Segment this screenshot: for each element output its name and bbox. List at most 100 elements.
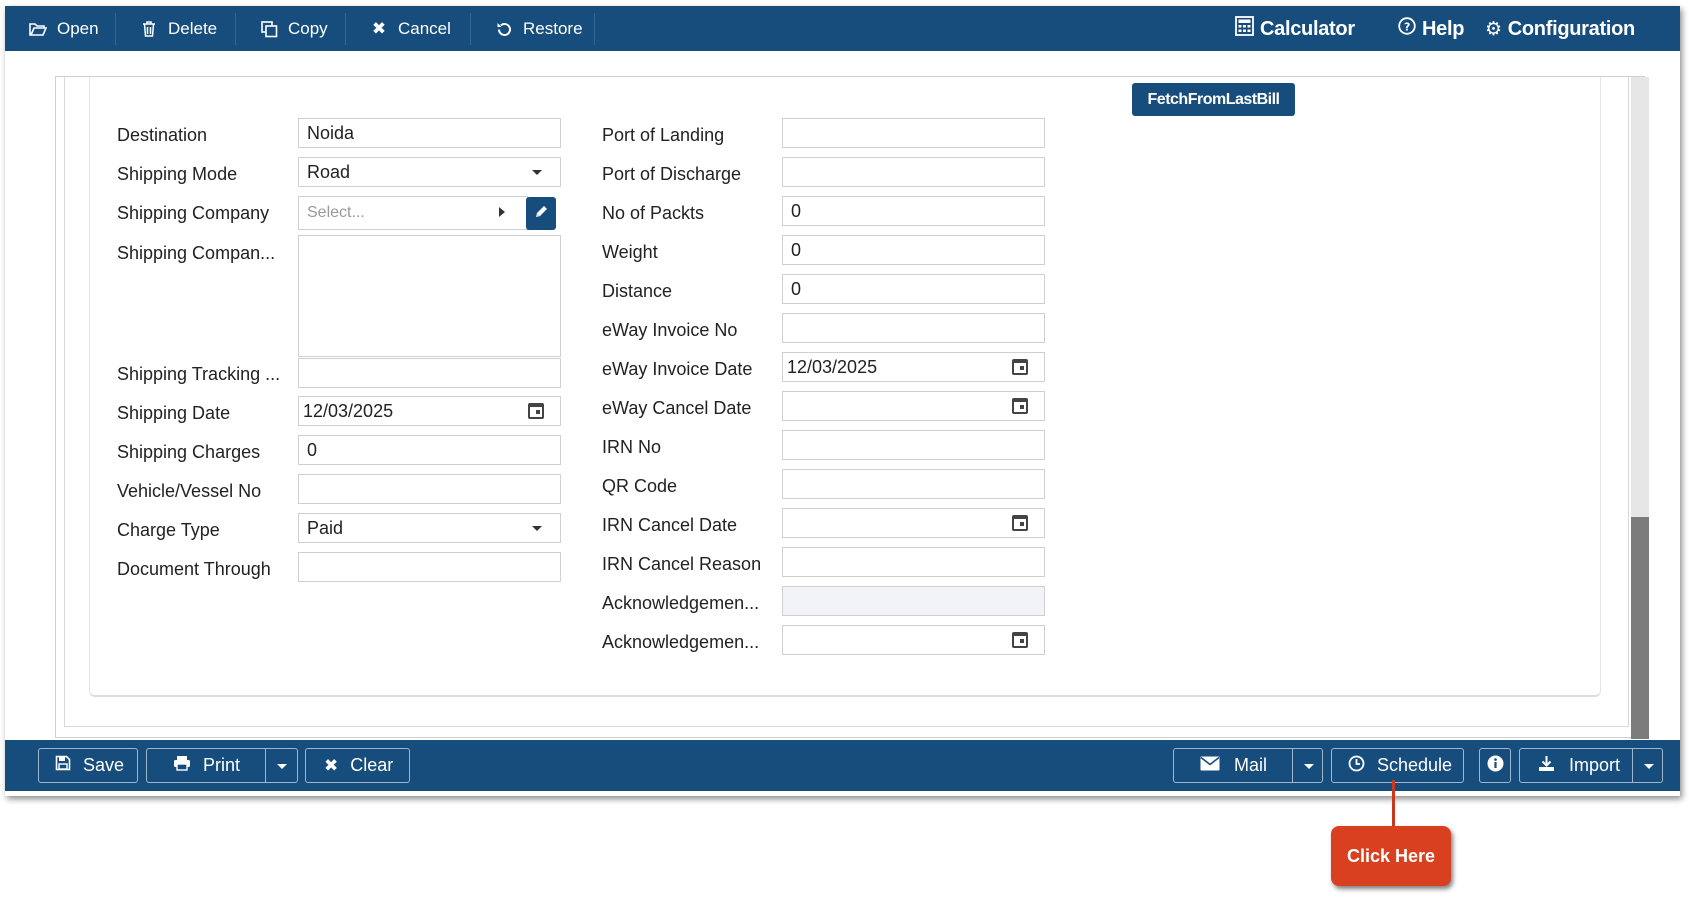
- irn-no-input[interactable]: [782, 430, 1045, 460]
- shipping-tracking-input[interactable]: [298, 358, 561, 388]
- help-icon: ?: [1398, 17, 1416, 41]
- fetch-from-last-bill-button[interactable]: FetchFromLastBill: [1132, 83, 1295, 116]
- restore-button[interactable]: Restore: [470, 13, 595, 45]
- download-icon: [1538, 755, 1555, 777]
- shipping-date-input[interactable]: 12/03/2025: [298, 396, 561, 426]
- shipping-mode-select[interactable]: Road: [298, 157, 561, 187]
- import-divider: [1632, 749, 1633, 782]
- import-button[interactable]: Import: [1519, 748, 1663, 783]
- destination-value: Noida: [307, 122, 355, 143]
- chevron-down-icon[interactable]: [277, 764, 287, 769]
- chevron-down-icon[interactable]: [1304, 764, 1314, 769]
- shipping-company-address-textarea[interactable]: [298, 235, 561, 357]
- restore-label: Restore: [523, 19, 583, 38]
- click-here-callout: Click Here: [1331, 826, 1451, 886]
- calculator-button[interactable]: Calculator: [1235, 14, 1355, 44]
- save-button[interactable]: Save: [38, 748, 138, 783]
- shipping-company-select[interactable]: Select...: [298, 196, 528, 230]
- calendar-icon[interactable]: [1012, 515, 1028, 531]
- copy-icon: [260, 20, 278, 38]
- qr-code-label: QR Code: [602, 476, 678, 496]
- trash-icon: [140, 21, 158, 37]
- close-icon: ✖: [371, 19, 387, 38]
- calendar-icon[interactable]: [1012, 398, 1028, 414]
- clear-label: Clear: [350, 755, 394, 775]
- document-through-label: Document Through: [117, 559, 271, 579]
- eway-cancel-date-input[interactable]: [782, 391, 1045, 421]
- shipping-charges-input[interactable]: 0: [298, 435, 561, 465]
- configuration-button[interactable]: ⚙ Configuration: [1485, 14, 1635, 44]
- no-of-packts-input[interactable]: 0: [782, 196, 1045, 226]
- scrollbar-thumb[interactable]: [1631, 517, 1649, 739]
- shipping-company-label: Shipping Company: [117, 203, 270, 223]
- destination-input[interactable]: Noida: [298, 118, 561, 148]
- charge-type-value: Paid: [307, 517, 344, 538]
- irn-no-label: IRN No: [602, 437, 662, 457]
- irn-cancel-reason-input[interactable]: [782, 547, 1045, 577]
- mail-button[interactable]: Mail: [1173, 748, 1323, 783]
- acknowledgement-date-label: Acknowledgemen...: [602, 632, 760, 652]
- document-through-input[interactable]: [298, 552, 561, 582]
- mail-divider: [1292, 749, 1293, 782]
- open-label: Open: [57, 19, 99, 38]
- bottom-toolbar: Save Print ✖ Clear Mail Schedule Import: [5, 740, 1680, 791]
- shipping-company-address-label: Shipping Compan...: [117, 243, 276, 263]
- chevron-down-icon[interactable]: [1644, 764, 1654, 769]
- print-button[interactable]: Print: [146, 748, 298, 783]
- shipping-charges-value: 0: [307, 439, 318, 460]
- open-button[interactable]: Open: [5, 13, 115, 45]
- schedule-label: Schedule: [1377, 755, 1453, 775]
- schedule-button[interactable]: Schedule: [1331, 748, 1464, 783]
- delete-label: Delete: [168, 19, 218, 38]
- shipping-date-label: Shipping Date: [117, 403, 231, 423]
- port-of-discharge-input[interactable]: [782, 157, 1045, 187]
- vehicle-no-input[interactable]: [298, 474, 561, 504]
- weight-input[interactable]: 0: [782, 235, 1045, 265]
- svg-text:?: ?: [1404, 20, 1410, 33]
- irn-cancel-date-input[interactable]: [782, 508, 1045, 538]
- shipping-date-value: 12/03/2025: [303, 400, 394, 421]
- shipping-tracking-label: Shipping Tracking ...: [117, 364, 281, 384]
- calendar-icon[interactable]: [1012, 359, 1028, 375]
- info-icon: [1487, 755, 1504, 777]
- calendar-icon[interactable]: [1012, 632, 1028, 648]
- eway-invoice-date-label: eWay Invoice Date: [602, 359, 753, 379]
- acknowledgement-no-label: Acknowledgemen...: [602, 593, 760, 613]
- port-of-landing-label: Port of Landing: [602, 125, 725, 145]
- distance-input[interactable]: 0: [782, 274, 1045, 304]
- eway-invoice-date-value: 12/03/2025: [787, 356, 878, 377]
- distance-label: Distance: [602, 281, 673, 301]
- acknowledgement-date-input[interactable]: [782, 625, 1045, 655]
- shipping-company-placeholder: Select...: [307, 204, 365, 221]
- qr-code-input[interactable]: [782, 469, 1045, 499]
- cancel-button[interactable]: ✖ Cancel: [345, 13, 470, 45]
- calendar-icon[interactable]: [528, 403, 544, 419]
- clear-button[interactable]: ✖ Clear: [305, 748, 410, 783]
- delete-button[interactable]: Delete: [115, 13, 235, 45]
- envelope-icon: [1200, 756, 1220, 776]
- chevron-down-icon: [532, 526, 542, 531]
- copy-label: Copy: [288, 19, 328, 38]
- port-of-discharge-label: Port of Discharge: [602, 164, 742, 184]
- charge-type-label: Charge Type: [117, 520, 220, 540]
- vertical-scrollbar[interactable]: [1631, 77, 1649, 739]
- printer-icon: [173, 755, 191, 776]
- eway-invoice-date-input[interactable]: 12/03/2025: [782, 352, 1045, 382]
- copy-button[interactable]: Copy: [235, 13, 345, 45]
- close-icon: ✖: [324, 755, 339, 775]
- eway-invoice-no-label: eWay Invoice No: [602, 320, 738, 340]
- irn-cancel-reason-label: IRN Cancel Reason: [602, 554, 762, 574]
- chevron-right-icon: [499, 207, 505, 217]
- irn-cancel-date-label: IRN Cancel Date: [602, 515, 738, 535]
- help-label: Help: [1422, 17, 1465, 40]
- info-button[interactable]: [1479, 748, 1511, 783]
- charge-type-select[interactable]: Paid: [298, 513, 561, 543]
- shipping-charges-label: Shipping Charges: [117, 442, 261, 462]
- edit-shipping-company-button[interactable]: [526, 197, 556, 230]
- help-button[interactable]: ? Help: [1398, 14, 1464, 44]
- calculator-label: Calculator: [1260, 17, 1355, 40]
- port-of-landing-input[interactable]: [782, 118, 1045, 148]
- eway-invoice-no-input[interactable]: [782, 313, 1045, 343]
- chevron-down-icon: [532, 170, 542, 175]
- no-of-packts-value: 0: [791, 200, 802, 221]
